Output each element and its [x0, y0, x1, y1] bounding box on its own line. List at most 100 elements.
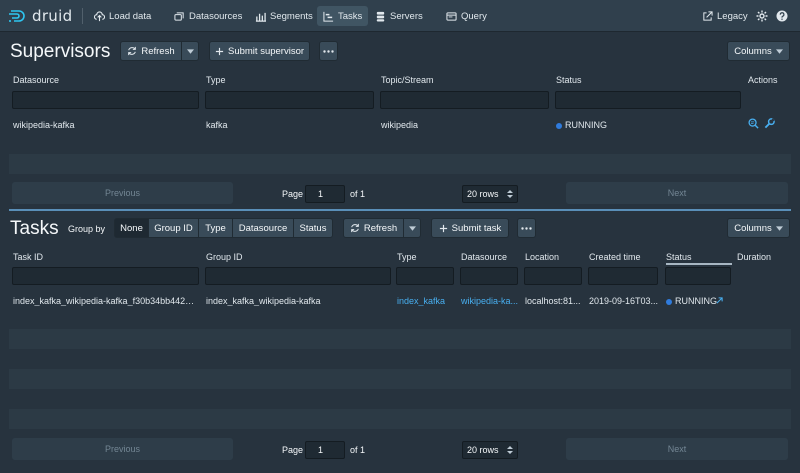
- filter-location[interactable]: [524, 267, 582, 285]
- group-datasource-button[interactable]: Datasource: [232, 218, 294, 238]
- supervisors-previous-button[interactable]: Previous: [12, 182, 233, 204]
- filter-group-id[interactable]: [205, 267, 391, 285]
- filter-created-time[interactable]: [588, 267, 658, 285]
- top-nav-bar: druid Load data Datasources Segments Tas…: [0, 0, 800, 32]
- tasks-columns-button[interactable]: Columns: [727, 218, 790, 238]
- arrow-top-right-icon: [716, 297, 723, 304]
- group-none-button[interactable]: None: [114, 218, 149, 238]
- filter-type[interactable]: [396, 267, 454, 285]
- supervisors-columns-button[interactable]: Columns: [727, 41, 790, 61]
- more-icon: [323, 49, 334, 53]
- submit-supervisor-button[interactable]: Submit supervisor: [209, 41, 310, 61]
- caret-down-icon: [775, 225, 783, 231]
- split-divider[interactable]: [9, 209, 791, 211]
- col-duration[interactable]: Duration: [737, 252, 771, 262]
- tasks-page-label: Page: [282, 445, 304, 455]
- nav-query[interactable]: Query: [440, 6, 493, 26]
- task-status-cell: RUNNING: [666, 296, 717, 306]
- supervisor-status: RUNNING: [556, 120, 607, 130]
- col-type[interactable]: Type: [397, 252, 417, 262]
- supervisors-refresh-button[interactable]: Refresh: [120, 41, 182, 61]
- cloud-upload-icon: [94, 10, 105, 21]
- rows-select-value: 20 rows: [467, 189, 499, 199]
- supervisors-more-button[interactable]: [319, 41, 338, 61]
- nav-tasks[interactable]: Tasks: [317, 6, 369, 26]
- task-type-link[interactable]: index_kafka: [397, 296, 455, 306]
- col-group-id[interactable]: Group ID: [206, 252, 243, 262]
- tasks-refresh-dropdown[interactable]: [403, 218, 421, 238]
- supervisors-refresh-dropdown[interactable]: [181, 41, 199, 61]
- col-topic-stream[interactable]: Topic/Stream: [381, 75, 434, 85]
- col-created-time[interactable]: Created time: [589, 252, 641, 262]
- supervisor-datasource: wikipedia-kafka: [13, 120, 75, 130]
- tasks-refresh-button[interactable]: Refresh: [343, 218, 404, 238]
- stacked-chart-icon: [255, 12, 266, 22]
- submit-task-button[interactable]: Submit task: [431, 218, 509, 238]
- nav-label: Legacy: [717, 10, 748, 22]
- caret-down-icon: [408, 225, 416, 231]
- double-caret-icon: [507, 190, 513, 198]
- task-id-cell: index_kafka_wikipedia-kafka_f30b34bb4427…: [13, 296, 199, 306]
- filter-status[interactable]: [665, 267, 731, 285]
- group-status-button[interactable]: Status: [293, 218, 333, 238]
- tasks-rows-select[interactable]: 20 rows: [462, 441, 518, 459]
- druid-logo-icon: [9, 10, 25, 22]
- running-status-dot: [666, 298, 672, 305]
- help-icon: [776, 10, 788, 22]
- task-datasource-link[interactable]: wikipedia-ka...: [461, 296, 519, 306]
- more-icon: [521, 226, 532, 230]
- col-location[interactable]: Location: [525, 252, 559, 262]
- empty-row-stripe: [9, 154, 791, 174]
- supervisors-title: Supervisors: [10, 41, 111, 62]
- druid-logo[interactable]: druid: [8, 6, 72, 26]
- task-group-id-cell: index_kafka_wikipedia-kafka: [206, 296, 321, 306]
- plus-icon: [215, 47, 224, 55]
- empty-row-stripe: [9, 369, 791, 389]
- col-actions: Actions: [748, 75, 778, 85]
- col-status-sorted[interactable]: Status: [666, 252, 732, 265]
- filter-type[interactable]: [205, 91, 374, 109]
- filter-status[interactable]: [555, 91, 741, 109]
- nav-segments[interactable]: Segments: [249, 6, 319, 26]
- refresh-icon: [128, 46, 137, 56]
- filter-datasource[interactable]: [460, 267, 518, 285]
- supervisors-page-input[interactable]: 1: [305, 185, 345, 203]
- filter-task-id[interactable]: [12, 267, 199, 285]
- tasks-more-button[interactable]: [517, 218, 536, 238]
- tasks-page-input[interactable]: 1: [305, 441, 345, 459]
- nav-load-data[interactable]: Load data: [88, 6, 157, 26]
- button-label: Submit supervisor: [227, 45, 305, 57]
- col-datasource[interactable]: Datasource: [461, 252, 507, 262]
- supervisor-actions-menu[interactable]: [764, 118, 775, 131]
- double-caret-icon: [507, 446, 513, 454]
- gantt-chart-icon: [323, 11, 334, 22]
- button-label: Columns: [734, 222, 772, 234]
- button-label: Submit task: [451, 222, 502, 234]
- col-type[interactable]: Type: [206, 75, 226, 85]
- plus-icon: [439, 224, 447, 232]
- help-button[interactable]: [770, 6, 794, 26]
- task-status-link[interactable]: [716, 296, 723, 306]
- supervisors-rows-select[interactable]: 20 rows: [462, 185, 518, 203]
- group-group-id-button[interactable]: Group ID: [148, 218, 199, 238]
- supervisor-topic: wikipedia: [381, 120, 419, 130]
- supervisors-next-button[interactable]: Next: [566, 182, 788, 204]
- nav-datasources[interactable]: Datasources: [168, 6, 248, 26]
- group-type-button[interactable]: Type: [198, 218, 233, 238]
- task-location-cell: localhost:81...: [525, 296, 581, 306]
- col-datasource[interactable]: Datasource: [13, 75, 59, 85]
- tasks-previous-button[interactable]: Previous: [12, 438, 233, 460]
- nav-label: Segments: [270, 10, 313, 22]
- supervisor-search-action[interactable]: [748, 118, 759, 131]
- filter-topic[interactable]: [380, 91, 549, 109]
- filter-datasource[interactable]: [12, 91, 199, 109]
- button-label: Columns: [734, 45, 772, 57]
- nav-servers[interactable]: Servers: [369, 6, 429, 26]
- search-template-icon: [748, 118, 759, 129]
- nav-label: Query: [461, 10, 487, 22]
- col-status[interactable]: Status: [556, 75, 582, 85]
- tasks-next-button[interactable]: Next: [566, 438, 788, 460]
- nav-legacy[interactable]: Legacy: [696, 6, 754, 26]
- col-task-id[interactable]: Task ID: [13, 252, 43, 262]
- tasks-page-total: of 1: [350, 445, 366, 455]
